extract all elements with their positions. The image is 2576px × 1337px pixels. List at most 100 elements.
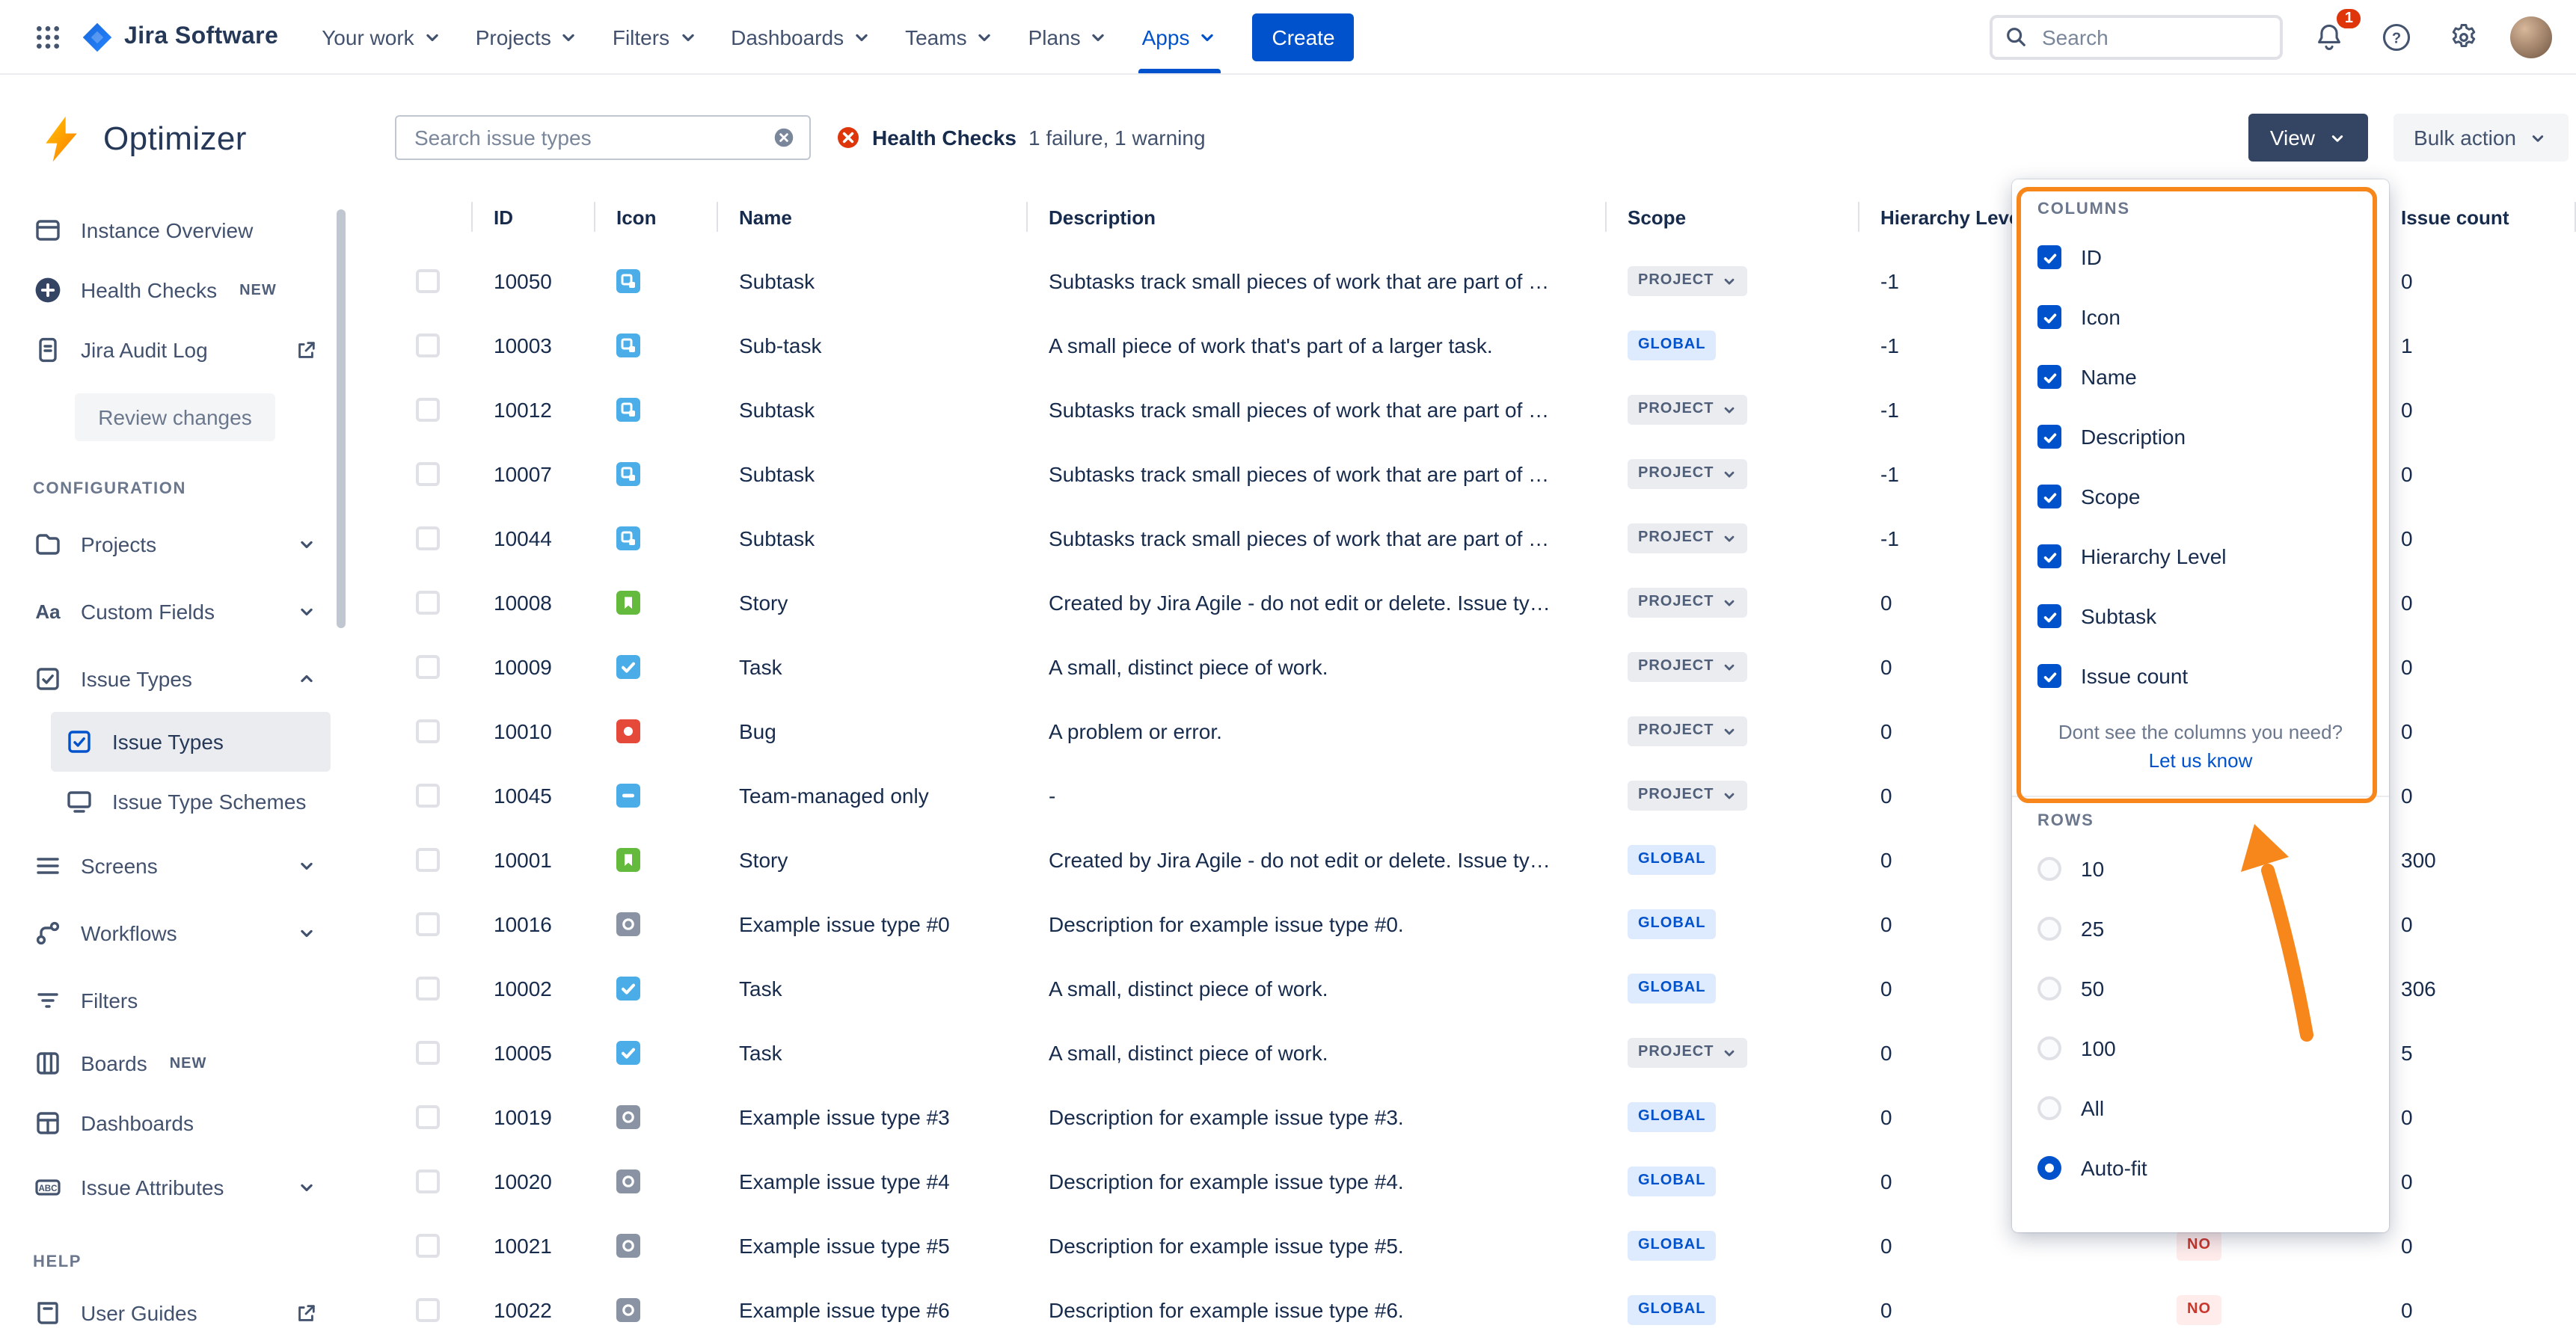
sidebar-item-user-guides[interactable]: User Guides	[19, 1283, 331, 1337]
view-button[interactable]: View	[2249, 114, 2367, 162]
row-checkbox[interactable]	[416, 269, 440, 293]
scope-project-badge[interactable]: PROJECT	[1628, 1038, 1747, 1068]
row-checkbox[interactable]	[416, 462, 440, 486]
row-checkbox[interactable]	[416, 1041, 440, 1065]
app-switcher-icon[interactable]	[24, 13, 72, 61]
review-changes-button[interactable]: Review changes	[74, 393, 275, 441]
checkbox-checked[interactable]	[2037, 245, 2061, 269]
sidebar-item-workflows[interactable]: Workflows	[19, 899, 331, 966]
sidebar-item-issue-types[interactable]: Issue Types	[51, 712, 331, 772]
let-us-know-link[interactable]: Let us know	[2012, 749, 2389, 772]
scope-project-badge[interactable]: PROJECT	[1628, 652, 1747, 682]
sidebar-item-dashboards[interactable]: Dashboards	[19, 1093, 331, 1153]
row-checkbox[interactable]	[416, 912, 440, 936]
row-checkbox[interactable]	[416, 398, 440, 422]
sidebar-item-boards[interactable]: BoardsNEW	[19, 1033, 331, 1093]
column-toggle-name[interactable]: Name	[2012, 347, 2389, 407]
chevron-down-icon	[1721, 724, 1736, 739]
sidebar-item-jira-audit-log[interactable]: Jira Audit Log	[19, 320, 331, 380]
row-checkbox[interactable]	[416, 1298, 440, 1322]
create-button[interactable]: Create	[1252, 13, 1354, 61]
column-toggle-issue-count[interactable]: Issue count	[2012, 646, 2389, 706]
health-checks-status[interactable]: Health Checks 1 failure, 1 warning	[836, 126, 1206, 150]
settings-button[interactable]	[2443, 16, 2485, 58]
checkbox-checked[interactable]	[2037, 305, 2061, 329]
scope-project-badge[interactable]: PROJECT	[1628, 459, 1747, 489]
row-checkbox[interactable]	[416, 719, 440, 743]
sidebar-item-issue-type-schemes[interactable]: Issue Type Schemes	[51, 772, 331, 832]
column-header-issue-count[interactable]: Issue count	[2379, 191, 2576, 242]
scope-project-badge[interactable]: PROJECT	[1628, 395, 1747, 425]
radio-unselected[interactable]	[2037, 977, 2061, 1001]
checkbox-checked[interactable]	[2037, 664, 2061, 688]
issue-type-search-input[interactable]	[411, 124, 761, 151]
checkbox-checked[interactable]	[2037, 365, 2061, 389]
scope-project-badge[interactable]: PROJECT	[1628, 523, 1747, 553]
help-button[interactable]: ?	[2376, 16, 2417, 58]
column-toggle-subtask[interactable]: Subtask	[2012, 586, 2389, 646]
issue-type-search[interactable]	[395, 115, 811, 160]
sidebar-item-instance-overview[interactable]: Instance Overview	[19, 200, 331, 260]
row-checkbox[interactable]	[416, 977, 440, 1001]
column-header-scope[interactable]: Scope	[1605, 191, 1858, 242]
rows-option-10[interactable]: 10	[2012, 839, 2389, 899]
scope-project-badge[interactable]: PROJECT	[1628, 781, 1747, 811]
checkbox-checked[interactable]	[2037, 604, 2061, 628]
radio-unselected[interactable]	[2037, 1036, 2061, 1060]
sidebar-item-screens[interactable]: Screens	[19, 832, 331, 899]
sidebar-item-projects[interactable]: Projects	[19, 510, 331, 577]
user-avatar[interactable]	[2510, 16, 2552, 58]
radio-unselected[interactable]	[2037, 857, 2061, 881]
row-checkbox[interactable]	[416, 591, 440, 615]
column-toggle-hierarchy-level[interactable]: Hierarchy Level	[2012, 526, 2389, 586]
nav-item-projects[interactable]: Projects	[459, 0, 596, 73]
bulk-action-button[interactable]: Bulk action	[2393, 114, 2569, 162]
nav-item-plans[interactable]: Plans	[1012, 0, 1126, 73]
sidebar-item-filters[interactable]: Filters	[19, 966, 331, 1033]
nav-item-your-work[interactable]: Your work	[305, 0, 459, 73]
global-search-input[interactable]	[2039, 23, 2268, 50]
sidebar-item-issue-attributes[interactable]: ABCIssue Attributes	[19, 1153, 331, 1220]
checkbox-checked[interactable]	[2037, 544, 2061, 568]
row-checkbox[interactable]	[416, 848, 440, 872]
rows-option-all[interactable]: All	[2012, 1078, 2389, 1138]
nav-item-filters[interactable]: Filters	[596, 0, 714, 73]
row-checkbox[interactable]	[416, 526, 440, 550]
column-toggle-icon[interactable]: Icon	[2012, 287, 2389, 347]
scope-project-badge[interactable]: PROJECT	[1628, 716, 1747, 746]
column-toggle-id[interactable]: ID	[2012, 227, 2389, 287]
sidebar-item-custom-fields[interactable]: AaCustom Fields	[19, 577, 331, 645]
scope-project-badge[interactable]: PROJECT	[1628, 266, 1747, 296]
nav-item-apps[interactable]: Apps	[1126, 0, 1235, 73]
rows-option-50[interactable]: 50	[2012, 959, 2389, 1018]
column-toggle-description[interactable]: Description	[2012, 407, 2389, 467]
global-search[interactable]	[1990, 14, 2283, 59]
nav-item-dashboards[interactable]: Dashboards	[714, 0, 889, 73]
column-toggle-scope[interactable]: Scope	[2012, 467, 2389, 526]
radio-unselected[interactable]	[2037, 1096, 2061, 1120]
notifications-button[interactable]: 1	[2308, 16, 2350, 58]
nav-item-teams[interactable]: Teams	[889, 0, 1011, 73]
row-checkbox[interactable]	[416, 334, 440, 357]
row-checkbox[interactable]	[416, 784, 440, 808]
column-header-id[interactable]: ID	[471, 191, 594, 242]
column-header-description[interactable]: Description	[1026, 191, 1605, 242]
rows-option-100[interactable]: 100	[2012, 1018, 2389, 1078]
row-checkbox[interactable]	[416, 1234, 440, 1258]
checkbox-checked[interactable]	[2037, 425, 2061, 449]
sidebar-item-health-checks[interactable]: Health ChecksNEW	[19, 260, 331, 320]
rows-option-25[interactable]: 25	[2012, 899, 2389, 959]
radio-unselected[interactable]	[2037, 917, 2061, 941]
radio-selected[interactable]	[2037, 1156, 2061, 1180]
row-checkbox[interactable]	[416, 1170, 440, 1193]
column-header-name[interactable]: Name	[717, 191, 1026, 242]
sidebar-scrollbar[interactable]	[337, 209, 346, 628]
clear-search-icon[interactable]	[773, 127, 794, 148]
sidebar-item-issue-types[interactable]: Issue Types	[19, 645, 331, 712]
scope-project-badge[interactable]: PROJECT	[1628, 588, 1747, 618]
row-checkbox[interactable]	[416, 1105, 440, 1129]
row-checkbox[interactable]	[416, 655, 440, 679]
rows-option-auto-fit[interactable]: Auto-fit	[2012, 1138, 2389, 1198]
column-header-icon[interactable]: Icon	[594, 191, 717, 242]
checkbox-checked[interactable]	[2037, 485, 2061, 508]
